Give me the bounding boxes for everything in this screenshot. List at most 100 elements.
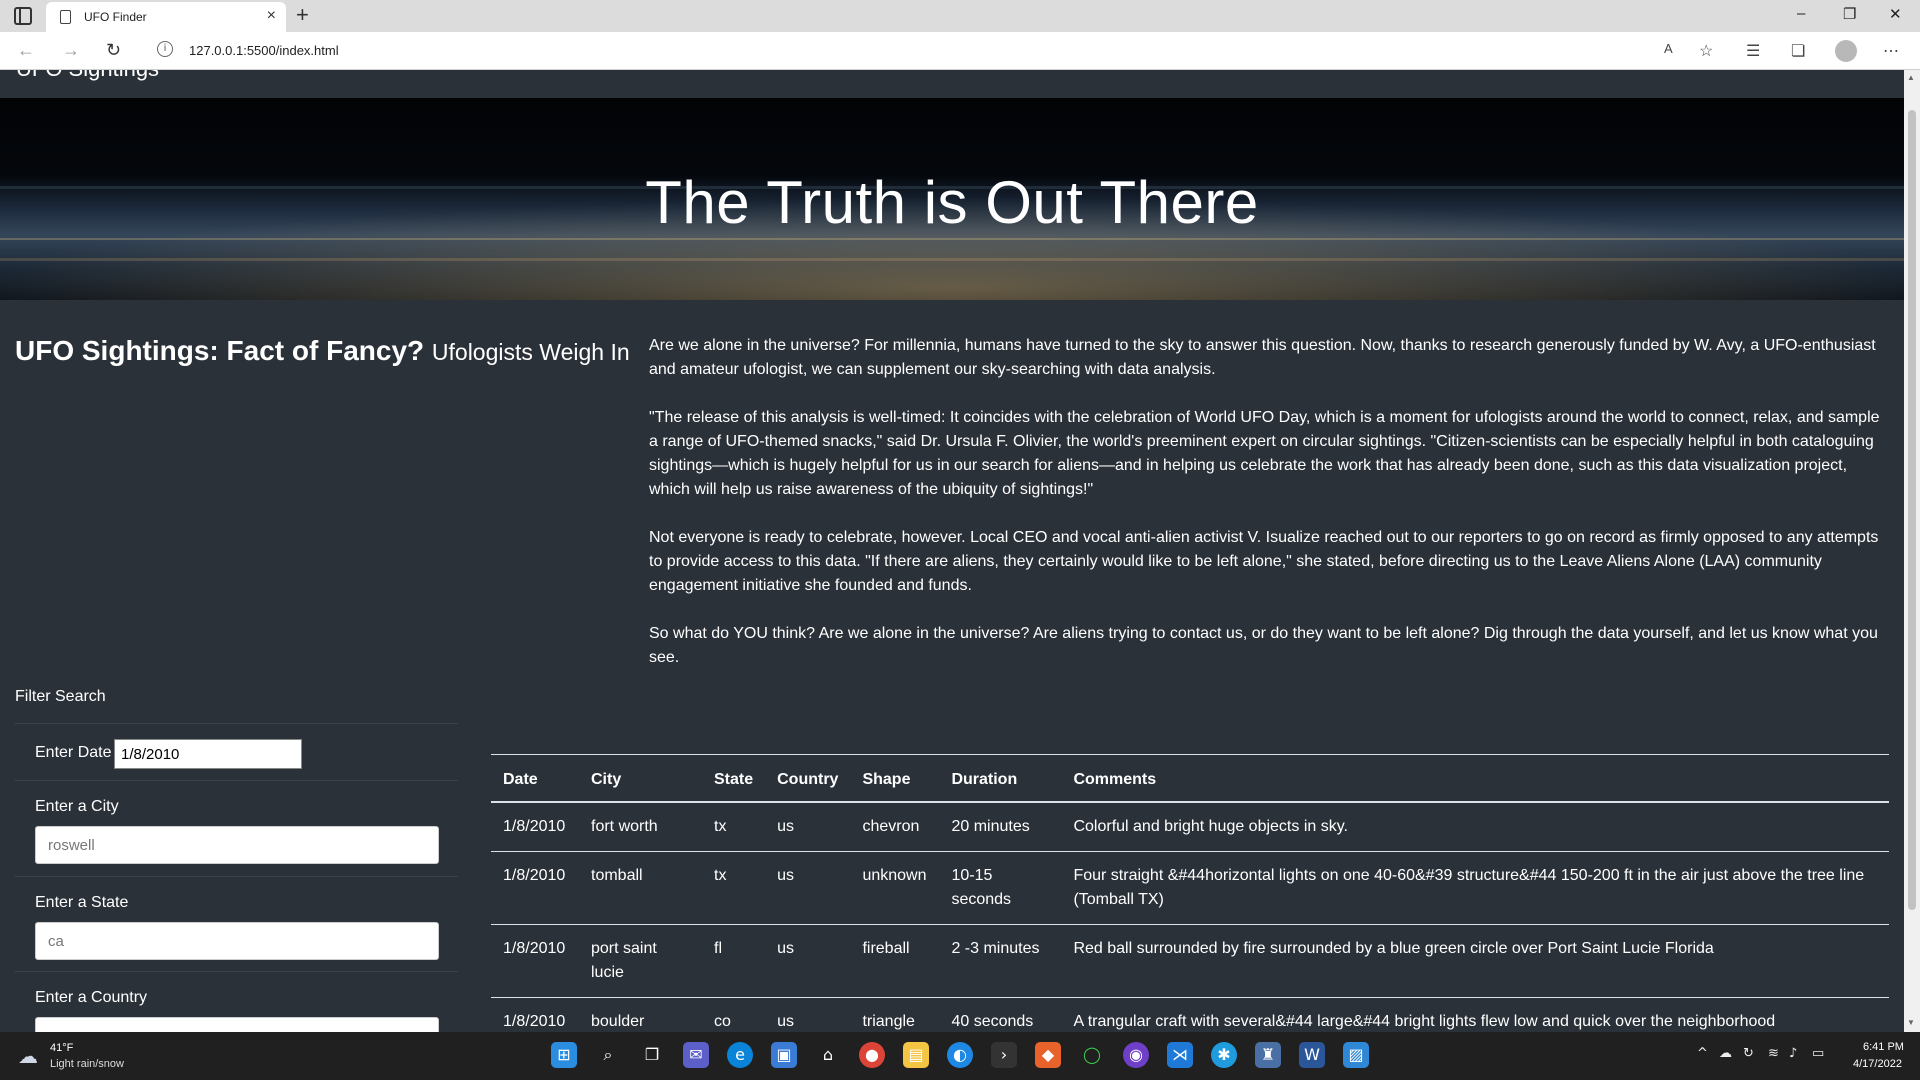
add-favorite-icon[interactable]: ☆ (1699, 41, 1713, 61)
cell-duration: 20 minutes (939, 802, 1062, 852)
cell-country: us (765, 851, 851, 925)
sync-icon[interactable]: ↻ (1743, 1046, 1754, 1061)
cell-comments: Four straight &#44horizontal lights on o… (1061, 851, 1889, 925)
table-row: 1/8/2010 port saint lucie fl us fireball… (491, 924, 1889, 998)
profile-avatar[interactable] (1835, 40, 1857, 62)
browser-icon[interactable]: ◐ (947, 1042, 973, 1068)
word-icon[interactable]: W (1299, 1042, 1325, 1068)
cell-state: tx (702, 802, 766, 852)
article-headline: UFO Sightings: Fact of Fancy? Ufologists… (15, 335, 630, 367)
state-label: Enter a State (35, 894, 129, 911)
hero-title: The Truth is Out There (645, 169, 1259, 236)
favorites-icon[interactable]: ☰ (1746, 41, 1760, 61)
page-scrollbar[interactable]: ▲ ▼ (1904, 70, 1920, 1032)
scroll-up-icon[interactable]: ▲ (1907, 73, 1915, 82)
refresh-icon[interactable]: ↻ (106, 40, 121, 61)
city-input[interactable] (35, 826, 439, 864)
date-input[interactable] (114, 739, 302, 769)
restore-icon[interactable]: ❐ (1843, 5, 1856, 23)
navbar-brand[interactable]: UFO Sightings (16, 70, 159, 82)
close-tab-button[interactable]: × (267, 7, 276, 25)
tab-title: UFO Finder (84, 10, 147, 24)
postgres-icon[interactable]: ♜ (1255, 1042, 1281, 1068)
cell-comments: Red ball surrounded by fire surrounded b… (1061, 924, 1889, 998)
volume-icon[interactable]: ♪ (1789, 1046, 1797, 1061)
filter-state: Enter a State (15, 876, 458, 971)
chrome-icon[interactable]: ● (859, 1042, 885, 1068)
city-lights (0, 258, 1904, 261)
cell-date: 1/8/2010 (491, 802, 579, 852)
clock-time[interactable]: 6:41 PM (1863, 1041, 1904, 1053)
start-icon[interactable]: ⊞ (551, 1042, 577, 1068)
photos-icon[interactable]: ▨ (1343, 1042, 1369, 1068)
cell-date: 1/8/2010 (491, 997, 579, 1032)
terminal-icon[interactable]: ⌂ (815, 1042, 841, 1068)
more-icon[interactable]: ⋯ (1883, 41, 1899, 61)
table-row: 1/8/2010 fort worth tx us chevron 20 min… (491, 802, 1889, 852)
close-window-icon[interactable]: ✕ (1889, 5, 1902, 23)
state-input[interactable] (35, 922, 439, 960)
country-input[interactable] (35, 1017, 439, 1032)
url-field[interactable]: 127.0.0.1:5500/index.html (189, 43, 339, 58)
battery-icon[interactable]: ▭ (1812, 1046, 1824, 1061)
vscode-icon[interactable]: ⋊ (1167, 1042, 1193, 1068)
weather-icon[interactable]: ☁ (18, 1044, 38, 1069)
weather-temperature: 41°F (50, 1042, 74, 1054)
headline-main: UFO Sightings: Fact of Fancy? (15, 335, 425, 366)
page-icon (60, 10, 71, 24)
cell-country: us (765, 802, 851, 852)
site-info-icon[interactable]: i (157, 41, 173, 57)
page-content: UFO Sightings The Truth is Out There UFO… (0, 70, 1904, 1032)
onedrive-icon[interactable]: ☁ (1719, 1046, 1732, 1061)
collections-icon[interactable]: ❏ (1791, 41, 1805, 61)
taskbar: ☁ 41°F Light rain/snow ⊞ ⌕ ❐ ✉ e ▣ ⌂ ● ▤… (0, 1032, 1920, 1080)
clock-date[interactable]: 4/17/2022 (1853, 1058, 1902, 1070)
cell-city: port saint lucie (579, 924, 702, 998)
cell-city: tomball (579, 851, 702, 925)
command-prompt-icon[interactable]: › (991, 1042, 1017, 1068)
git-icon[interactable]: ◆ (1035, 1042, 1061, 1068)
browser-tab[interactable]: UFO Finder × (46, 2, 286, 32)
browser-tab-bar: UFO Finder × + – ❐ ✕ (0, 0, 1920, 32)
search-icon[interactable]: ⌕ (595, 1042, 621, 1068)
filter-date: Enter Date (15, 723, 458, 780)
cell-country: us (765, 997, 851, 1032)
column-header-comments: Comments (1061, 754, 1889, 803)
read-aloud-icon[interactable]: A (1664, 41, 1673, 56)
back-icon[interactable]: ← (17, 40, 35, 61)
article-paragraph: Are we alone in the universe? For millen… (649, 337, 1876, 378)
filter-city: Enter a City (15, 780, 458, 876)
table-header-row: Date City State Country Shape Duration C… (491, 754, 1889, 803)
show-hidden-icons[interactable]: ^ (1697, 1046, 1708, 1061)
file-explorer-icon[interactable]: ▤ (903, 1042, 929, 1068)
wifi-icon[interactable]: ≋ (1768, 1046, 1779, 1061)
cell-state: tx (702, 851, 766, 925)
sidebar-toggle-icon[interactable] (14, 7, 32, 25)
new-tab-button[interactable]: + (296, 2, 309, 28)
filter-country: Enter a Country (15, 971, 458, 1032)
store-icon[interactable]: ▣ (771, 1042, 797, 1068)
cell-shape: chevron (850, 802, 940, 852)
cell-state: co (702, 997, 766, 1032)
column-header-country: Country (765, 754, 851, 803)
task-view-icon[interactable]: ❐ (639, 1042, 665, 1068)
minimize-icon[interactable]: – (1797, 5, 1805, 22)
edge-icon[interactable]: e (727, 1042, 753, 1068)
cell-city: boulder (579, 997, 702, 1032)
chat-icon[interactable]: ✉ (683, 1042, 709, 1068)
date-label: Enter Date (35, 744, 112, 761)
cell-duration: 10-15 seconds (939, 851, 1062, 925)
cell-duration: 40 seconds (939, 997, 1062, 1032)
jupyter-icon[interactable]: ◯ (1079, 1042, 1105, 1068)
ufo-table: Date City State Country Shape Duration C… (491, 754, 1889, 1032)
article-paragraph: Not everyone is ready to celebrate, howe… (649, 529, 1879, 594)
scroll-down-icon[interactable]: ▼ (1907, 1018, 1915, 1027)
github-icon[interactable]: ◉ (1123, 1042, 1149, 1068)
cell-comments: Colorful and bright huge objects in sky. (1061, 802, 1889, 852)
cell-date: 1/8/2010 (491, 851, 579, 925)
slack-icon[interactable]: ✱ (1211, 1042, 1237, 1068)
forward-icon[interactable]: → (62, 40, 80, 61)
scroll-thumb[interactable] (1908, 110, 1916, 910)
city-label: Enter a City (35, 798, 119, 815)
column-header-date: Date (491, 754, 579, 803)
